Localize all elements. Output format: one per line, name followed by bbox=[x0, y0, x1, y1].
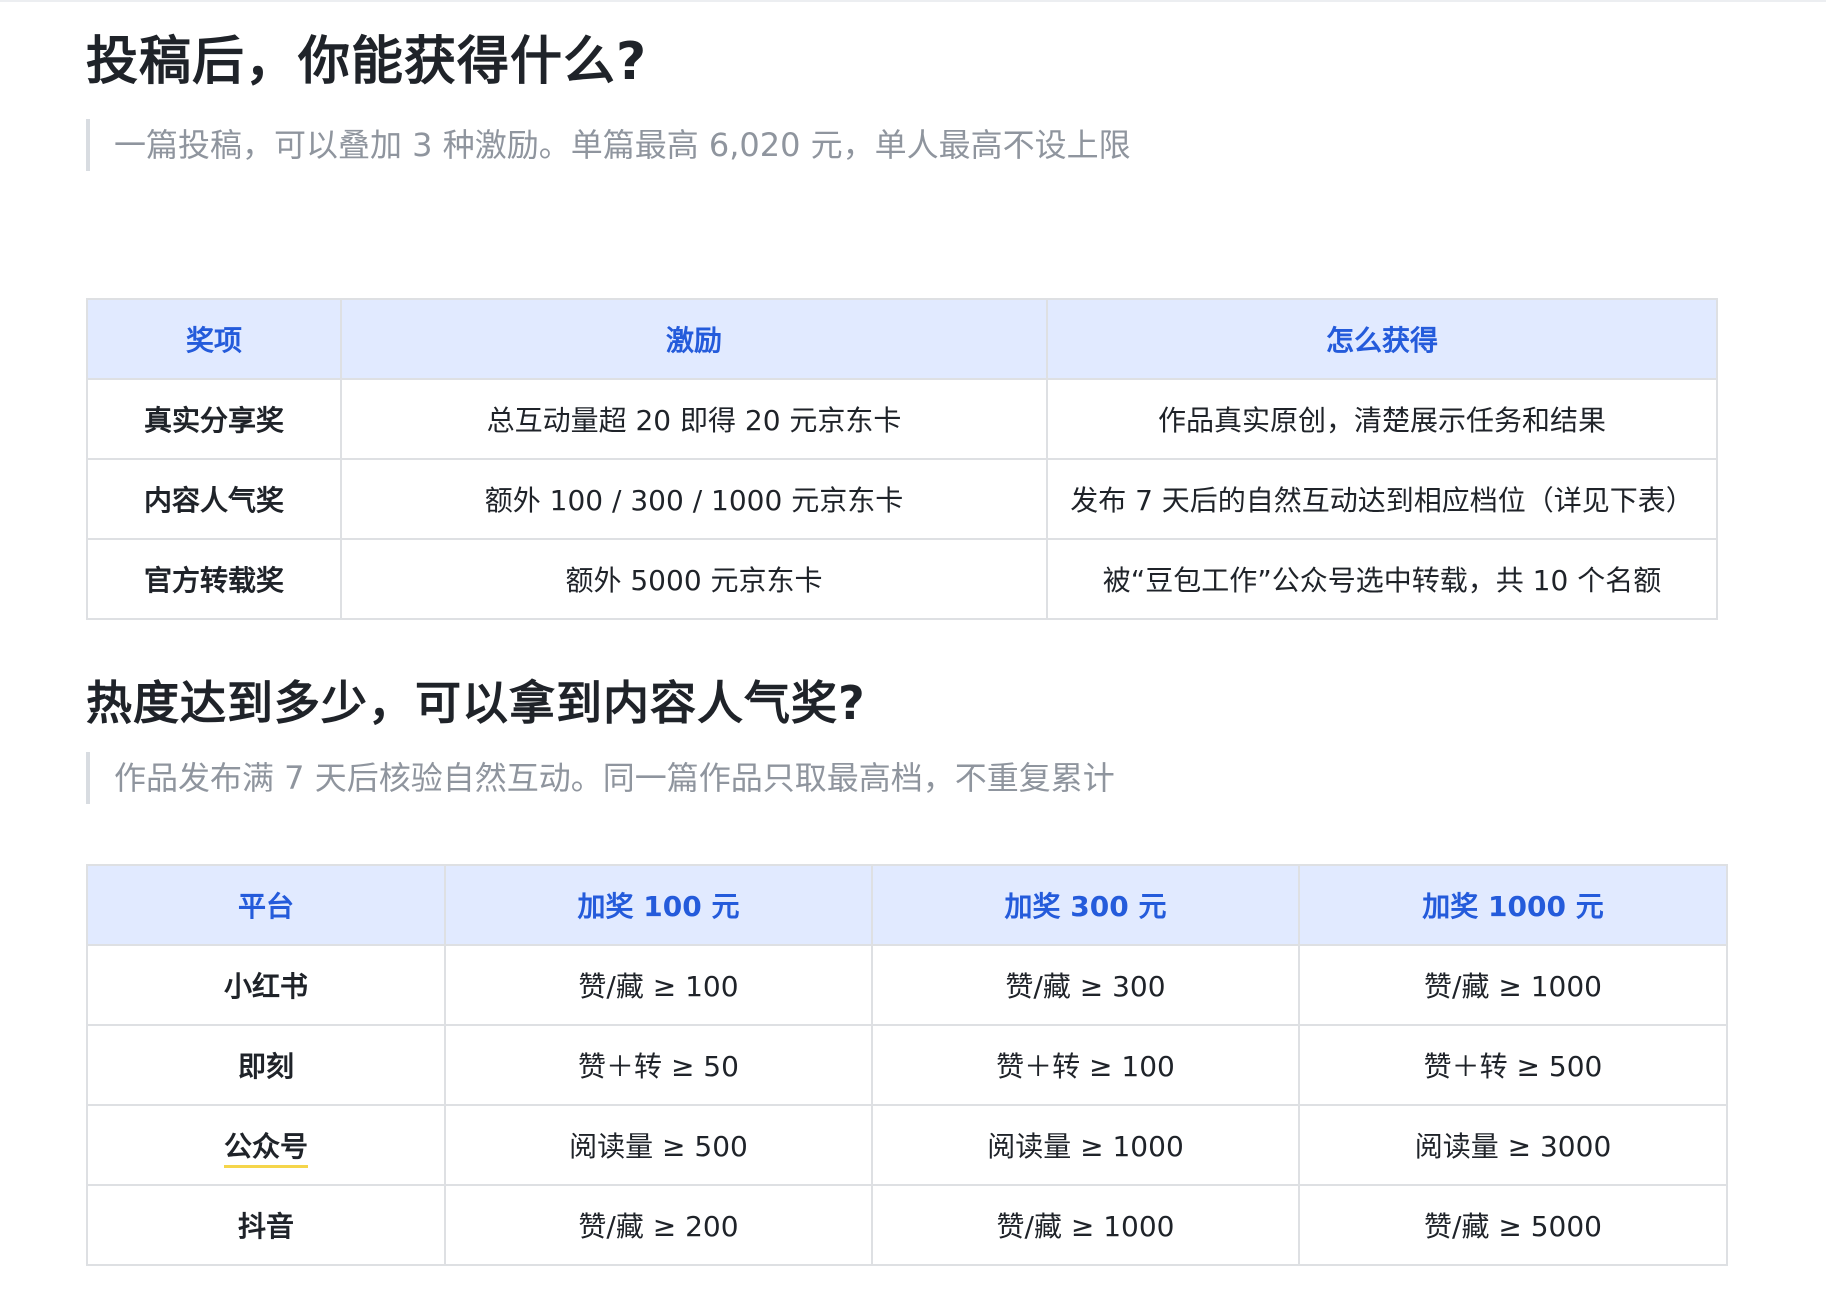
tier-threshold: 赞＋转 ≥ 500 bbox=[1298, 1024, 1728, 1106]
platform-name-highlighted: 公众号 bbox=[223, 1130, 308, 1168]
section-title-popularity: 热度达到多少，可以拿到内容人气奖? bbox=[86, 676, 866, 730]
rewards-table: 奖项 激励 怎么获得 真实分享奖 总互动量超 20 即得 20 元京东卡 作品真… bbox=[86, 298, 1718, 620]
popularity-quote: 作品发布满 7 天后核验自然互动。同一篇作品只取最高档，不重复累计 bbox=[86, 752, 1115, 804]
award-name: 真实分享奖 bbox=[86, 378, 342, 460]
award-requirement: 被“豆包工作”公众号选中转载，共 10 个名额 bbox=[1046, 538, 1718, 620]
col-header-award: 奖项 bbox=[86, 298, 342, 380]
award-requirement: 发布 7 天后的自然互动达到相应档位（详见下表） bbox=[1046, 458, 1718, 540]
table-header-row: 奖项 激励 怎么获得 bbox=[86, 298, 1718, 380]
col-header-platform: 平台 bbox=[86, 864, 446, 946]
platform-name: 小红书 bbox=[86, 944, 446, 1026]
award-incentive: 额外 100 / 300 / 1000 元京东卡 bbox=[340, 458, 1048, 540]
tier-threshold: 赞＋转 ≥ 100 bbox=[871, 1024, 1300, 1106]
award-name: 内容人气奖 bbox=[86, 458, 342, 540]
award-name: 官方转载奖 bbox=[86, 538, 342, 620]
tier-threshold: 赞/藏 ≥ 100 bbox=[444, 944, 873, 1026]
col-header-tier-300: 加奖 300 元 bbox=[871, 864, 1300, 946]
platform-name-cell: 公众号 bbox=[86, 1104, 446, 1186]
col-header-incentive: 激励 bbox=[340, 298, 1048, 380]
tier-threshold: 阅读量 ≥ 500 bbox=[444, 1104, 873, 1186]
table-row: 抖音 赞/藏 ≥ 200 赞/藏 ≥ 1000 赞/藏 ≥ 5000 bbox=[86, 1184, 1728, 1266]
award-incentive: 总互动量超 20 即得 20 元京东卡 bbox=[340, 378, 1048, 460]
table-row: 小红书 赞/藏 ≥ 100 赞/藏 ≥ 300 赞/藏 ≥ 1000 bbox=[86, 944, 1728, 1026]
table-row: 官方转载奖 额外 5000 元京东卡 被“豆包工作”公众号选中转载，共 10 个… bbox=[86, 538, 1718, 620]
table-row: 即刻 赞＋转 ≥ 50 赞＋转 ≥ 100 赞＋转 ≥ 500 bbox=[86, 1024, 1728, 1106]
platform-name: 即刻 bbox=[86, 1024, 446, 1106]
col-header-tier-100: 加奖 100 元 bbox=[444, 864, 873, 946]
rewards-quote: 一篇投稿，可以叠加 3 种激励。单篇最高 6,020 元，单人最高不设上限 bbox=[86, 119, 1131, 171]
table-row: 公众号 阅读量 ≥ 500 阅读量 ≥ 1000 阅读量 ≥ 3000 bbox=[86, 1104, 1728, 1186]
tier-threshold: 赞/藏 ≥ 1000 bbox=[1298, 944, 1728, 1026]
col-header-tier-1000: 加奖 1000 元 bbox=[1298, 864, 1728, 946]
tier-threshold: 赞/藏 ≥ 1000 bbox=[871, 1184, 1300, 1266]
top-divider bbox=[0, 0, 1826, 2]
tier-threshold: 阅读量 ≥ 1000 bbox=[871, 1104, 1300, 1186]
popularity-table: 平台 加奖 100 元 加奖 300 元 加奖 1000 元 小红书 赞/藏 ≥… bbox=[86, 864, 1728, 1266]
table-header-row: 平台 加奖 100 元 加奖 300 元 加奖 1000 元 bbox=[86, 864, 1728, 946]
platform-name: 抖音 bbox=[86, 1184, 446, 1266]
tier-threshold: 赞/藏 ≥ 5000 bbox=[1298, 1184, 1728, 1266]
award-requirement: 作品真实原创，清楚展示任务和结果 bbox=[1046, 378, 1718, 460]
tier-threshold: 赞/藏 ≥ 300 bbox=[871, 944, 1300, 1026]
award-incentive: 额外 5000 元京东卡 bbox=[340, 538, 1048, 620]
col-header-how-to-get: 怎么获得 bbox=[1046, 298, 1718, 380]
tier-threshold: 赞/藏 ≥ 200 bbox=[444, 1184, 873, 1266]
tier-threshold: 赞＋转 ≥ 50 bbox=[444, 1024, 873, 1106]
tier-threshold: 阅读量 ≥ 3000 bbox=[1298, 1104, 1728, 1186]
table-row: 内容人气奖 额外 100 / 300 / 1000 元京东卡 发布 7 天后的自… bbox=[86, 458, 1718, 540]
table-row: 真实分享奖 总互动量超 20 即得 20 元京东卡 作品真实原创，清楚展示任务和… bbox=[86, 378, 1718, 460]
section-title-rewards: 投稿后，你能获得什么? bbox=[86, 32, 648, 92]
